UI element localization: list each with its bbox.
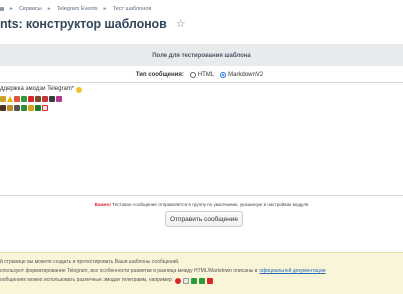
info-box: й странице вы можете создать и протестир…	[0, 252, 403, 294]
textarea-line: ддержка эмодзи Telegram*	[0, 85, 403, 94]
emoji-icon	[183, 277, 190, 284]
emoji-icon	[42, 104, 48, 111]
textarea-text: ддержка эмодзи Telegram*	[0, 86, 75, 92]
info-line-3: ообщениях можно использовать различные э…	[0, 276, 403, 285]
emoji-icon	[21, 95, 27, 102]
title-row: nts: конструктор шаблонов ☆	[0, 15, 186, 33]
emoji-icon	[0, 95, 6, 102]
page-title: nts: конструктор шаблонов	[0, 17, 167, 31]
emoji-icon	[35, 104, 41, 111]
page: ► Сервисы ► Telegram Events ► Тест шабло…	[0, 0, 403, 294]
breadcrumb-separator: ►	[46, 6, 52, 12]
breadcrumb-item-services[interactable]: Сервисы	[19, 6, 42, 12]
emoji-icon	[21, 104, 27, 111]
radio-html[interactable]	[189, 72, 196, 78]
docs-link[interactable]: официальной документации	[259, 267, 325, 276]
favorite-star-icon[interactable]: ☆	[176, 18, 186, 30]
template-textarea[interactable]: ддержка эмодзи Telegram*	[0, 82, 403, 196]
emoji-row-2	[0, 103, 403, 112]
breadcrumb-item-telegram-events[interactable]: Telegram Events	[57, 6, 98, 12]
info-line-1: й странице вы можете создать и протестир…	[0, 258, 403, 267]
notice-text: Тестовое сообщение отправляется в группу…	[110, 202, 309, 207]
radio-markdownv2[interactable]	[220, 72, 227, 78]
emoji-icon	[175, 277, 182, 284]
emoji-icon	[207, 277, 214, 284]
sunglasses-emoji-icon	[76, 86, 83, 93]
radio-markdownv2-label[interactable]: MarkdownV2	[228, 72, 263, 78]
emoji-icon	[35, 95, 41, 102]
warning-emoji-icon	[7, 95, 13, 102]
breadcrumb-separator: ►	[102, 6, 108, 12]
emoji-icon	[199, 277, 206, 284]
notice-warning: Важно!	[94, 202, 111, 207]
info-text: ообщениях можно использовать различные э…	[0, 277, 174, 283]
send-message-button[interactable]: Отправить сообщение	[165, 211, 243, 227]
emoji-icon	[56, 95, 62, 102]
radio-html-label[interactable]: HTML	[198, 72, 214, 78]
emoji-icon	[7, 104, 13, 111]
info-text: спользуют форматирование Telegram, все о…	[0, 268, 258, 274]
breadcrumb: ► Сервисы ► Telegram Events ► Тест шабло…	[0, 3, 151, 15]
template-test-panel: Поле для тестирования шаблона Тип сообще…	[0, 44, 403, 244]
emoji-icon	[14, 95, 20, 102]
breadcrumb-separator: ►	[9, 6, 14, 12]
home-icon[interactable]	[0, 7, 4, 11]
notice: Важно! Тестовое сообщение отправляется в…	[0, 202, 403, 207]
emoji-icon	[42, 95, 48, 102]
breadcrumb-item-template-test[interactable]: Тест шаблонов	[113, 6, 152, 12]
message-type-row: Тип сообщения: HTML MarkdownV2	[0, 69, 403, 81]
emoji-icon	[14, 104, 20, 111]
emoji-icon	[49, 95, 55, 102]
emoji-icon	[28, 95, 34, 102]
info-text: й странице вы можете создать и протестир…	[0, 259, 180, 265]
message-type-label: Тип сообщения:	[135, 72, 184, 78]
emoji-icon	[0, 104, 6, 111]
panel-header: Поле для тестирования шаблона	[0, 45, 403, 66]
emoji-icon	[28, 104, 34, 111]
emoji-row-1	[0, 94, 403, 103]
emoji-icon	[191, 277, 198, 284]
info-line-2: спользуют форматирование Telegram, все о…	[0, 267, 403, 276]
